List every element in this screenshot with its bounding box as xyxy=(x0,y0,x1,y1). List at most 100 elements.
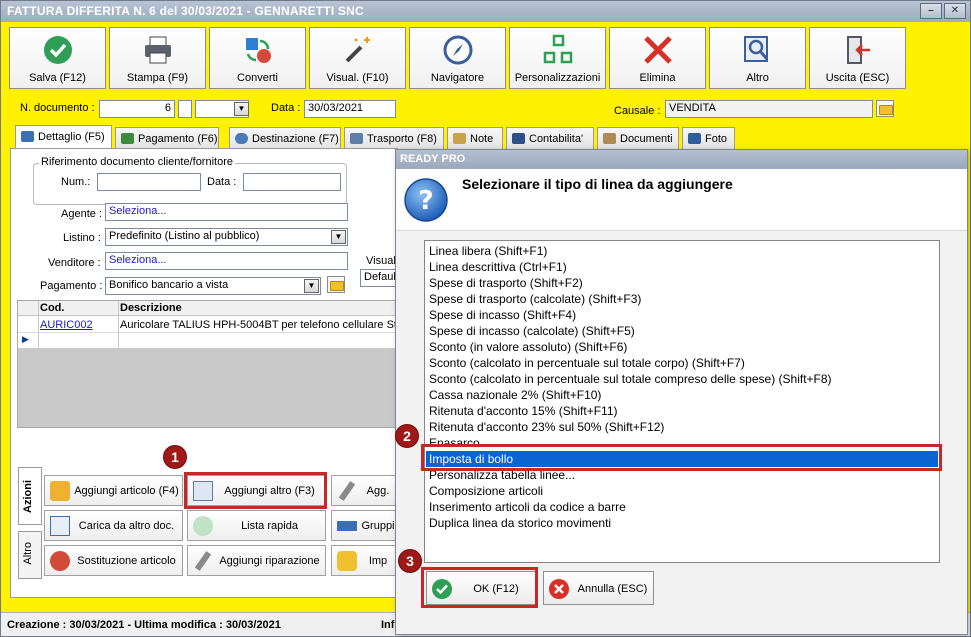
row-cod-link[interactable]: AURIC002 xyxy=(40,319,93,331)
window-title: FATTURA DIFFERITA N. 6 del 30/03/2021 - … xyxy=(7,4,364,18)
load-from-doc-label: Carica da altro doc. xyxy=(78,520,175,532)
list-item[interactable]: Ritenuta d'acconto 23% sul 50% (Shift+F1… xyxy=(429,419,664,435)
pagamento-folder-icon[interactable] xyxy=(327,276,345,293)
tab-pagamento-label: Pagamento (F6) xyxy=(138,133,218,145)
tab-contabilita-label: Contabilita' xyxy=(529,133,584,145)
groups-label: Gruppi xyxy=(361,520,395,532)
side-tab-altro[interactable]: Altro xyxy=(18,531,42,579)
navigator-button[interactable]: Navigatore xyxy=(409,27,506,89)
detail-panel: Riferimento documento cliente/fornitore … xyxy=(10,148,413,598)
tab-dettaglio[interactable]: Dettaglio (F5) xyxy=(15,125,112,149)
num-input[interactable] xyxy=(97,173,201,191)
list-item[interactable]: Ritenuta d'acconto 15% (Shift+F11) xyxy=(429,403,618,419)
list-item[interactable]: Linea descrittiva (Ctrl+F1) xyxy=(429,259,567,275)
causale-label: Causale : xyxy=(614,105,661,117)
navigator-button-label: Navigatore xyxy=(430,72,485,84)
list-item[interactable]: Spese di incasso (calcolate) (Shift+F5) xyxy=(429,323,635,339)
status-dates: Creazione : 30/03/2021 - Ultima modifica… xyxy=(7,619,281,631)
pagamento-dropdown-icon[interactable]: ▼ xyxy=(304,279,319,293)
tab-destinazione[interactable]: Destinazione (F7) xyxy=(229,127,341,149)
quick-list-button[interactable]: Lista rapida xyxy=(187,510,326,541)
doc-suffix-input[interactable] xyxy=(178,100,192,118)
wrench-icon xyxy=(338,481,356,501)
add-article-button[interactable]: Aggiungi articolo (F4) xyxy=(44,475,183,506)
magnifier-icon xyxy=(743,36,768,62)
tab-foto-label: Foto xyxy=(705,133,728,145)
causale-input[interactable]: VENDITA xyxy=(665,100,873,118)
other-button[interactable]: Altro xyxy=(709,27,806,89)
documents-icon xyxy=(603,133,616,144)
line-type-list[interactable]: Linea libera (Shift+F1) Linea descrittiv… xyxy=(424,240,940,563)
row-pointer-icon: ▶ xyxy=(22,334,29,344)
convert-button-label: Converti xyxy=(237,72,278,84)
date-input[interactable]: 30/03/2021 xyxy=(304,100,396,118)
venditore-input[interactable]: Seleziona... xyxy=(105,252,348,270)
doc-series-dropdown-icon[interactable]: ▼ xyxy=(234,102,249,116)
import-button[interactable]: Imp xyxy=(331,545,399,576)
save-button[interactable]: Salva (F12) xyxy=(9,27,106,89)
exit-door-icon xyxy=(846,36,870,64)
list-item[interactable]: Spese di trasporto (Shift+F2) xyxy=(429,275,583,291)
tab-note[interactable]: Note xyxy=(447,127,503,149)
replace-article-label: Sostituzione articolo xyxy=(77,555,176,567)
close-button[interactable]: ✕ xyxy=(944,3,966,19)
view-button[interactable]: Visual. (F10) xyxy=(309,27,406,89)
replace-article-button[interactable]: Sostituzione articolo xyxy=(44,545,183,576)
status-info: Inf xyxy=(381,619,395,631)
print-button[interactable]: Stampa (F9) xyxy=(109,27,206,89)
col-cod-header: Cod. xyxy=(40,302,65,314)
side-tab-azioni[interactable]: Azioni xyxy=(18,467,42,525)
list-item[interactable]: Sconto (calcolato in percentuale sul tot… xyxy=(429,355,745,371)
grid-header xyxy=(18,301,396,316)
load-from-doc-button[interactable]: Carica da altro doc. xyxy=(44,510,183,541)
list-item[interactable]: Inserimento articoli da codice a barre xyxy=(429,499,626,515)
add-article-label: Aggiungi articolo (F4) xyxy=(74,485,179,497)
list-item[interactable]: Sconto (calcolato in percentuale sul tot… xyxy=(429,371,832,387)
list-item[interactable]: Linea libera (Shift+F1) xyxy=(429,243,547,259)
add-repair-button[interactable]: Aggiungi riparazione xyxy=(187,545,326,576)
side-tab-altro-label: Altro xyxy=(22,542,34,565)
tab-foto[interactable]: Foto xyxy=(682,127,735,149)
dialog-title: READY PRO xyxy=(400,153,466,165)
tab-contabilita[interactable]: Contabilita' xyxy=(506,127,594,149)
tab-pagamento[interactable]: Pagamento (F6) xyxy=(115,127,219,149)
agg-button[interactable]: Agg. xyxy=(331,475,399,506)
exit-button[interactable]: Uscita (ESC) xyxy=(809,27,906,89)
import-icon xyxy=(337,551,357,571)
agente-input[interactable]: Seleziona... xyxy=(105,203,348,221)
pagamento-label: Pagamento : xyxy=(40,280,103,292)
groups-button[interactable]: Gruppi xyxy=(331,510,399,541)
list-item[interactable]: Spese di trasporto (calcolate) (Shift+F3… xyxy=(429,291,641,307)
customize-button[interactable]: Personalizzazioni xyxy=(509,27,606,89)
list-item[interactable]: Composizione articoli xyxy=(429,483,543,499)
minimize-button[interactable]: – xyxy=(920,3,942,19)
svg-text:?: ? xyxy=(418,186,433,216)
list-item[interactable]: Sconto (in valore assoluto) (Shift+F6) xyxy=(429,339,627,355)
note-icon xyxy=(453,133,466,144)
add-article-icon xyxy=(50,481,70,501)
listino-dropdown-icon[interactable]: ▼ xyxy=(331,230,346,244)
causale-folder-icon[interactable] xyxy=(876,100,894,117)
doc-number-input[interactable]: 6 xyxy=(99,100,175,118)
grid-icon xyxy=(543,34,572,64)
convert-button[interactable]: Converti xyxy=(209,27,306,89)
new-row[interactable] xyxy=(18,333,396,348)
ledger-icon xyxy=(512,133,525,144)
tab-trasporto[interactable]: Trasporto (F8) xyxy=(344,127,444,149)
rif-date-input[interactable] xyxy=(243,173,341,191)
magic-wand-icon xyxy=(345,37,370,63)
pagamento-select[interactable]: Bonifico bancario a vista xyxy=(105,277,321,295)
visual-select[interactable]: Defaul xyxy=(360,269,397,287)
listino-label: Listino : xyxy=(63,232,101,244)
payment-icon xyxy=(121,133,134,144)
list-item[interactable]: Duplica linea da storico movimenti xyxy=(429,515,611,531)
truck-icon xyxy=(350,133,363,144)
tab-documenti[interactable]: Documenti xyxy=(597,127,679,149)
step-badge-1: 1 xyxy=(163,445,187,469)
list-item[interactable]: Cassa nazionale 2% (Shift+F10) xyxy=(429,387,601,403)
listino-select[interactable]: Predefinito (Listino al pubblico) xyxy=(105,228,348,246)
list-item[interactable]: Spese di incasso (Shift+F4) xyxy=(429,307,576,323)
delete-button[interactable]: Elimina xyxy=(609,27,706,89)
cancel-button[interactable]: Annulla (ESC) xyxy=(543,571,654,605)
agg-label: Agg. xyxy=(366,485,390,497)
